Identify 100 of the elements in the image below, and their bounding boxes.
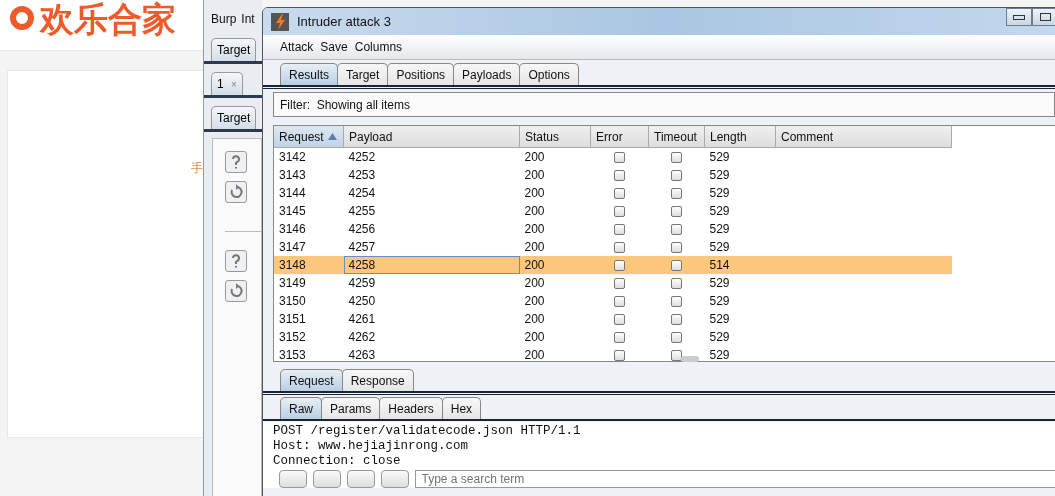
- tab[interactable]: Payloads: [453, 63, 521, 85]
- tab[interactable]: Raw: [280, 397, 322, 419]
- tab[interactable]: Response: [341, 369, 414, 391]
- table-cell: 200: [519, 147, 591, 166]
- table-cell-text: 3151: [278, 311, 307, 328]
- menu-item[interactable]: Int: [241, 12, 255, 34]
- checkbox[interactable]: [671, 242, 682, 254]
- search-field[interactable]: Type a search term: [414, 470, 1055, 488]
- table-cell-text: 3146: [278, 221, 307, 238]
- column-header[interactable]: Comment: [775, 126, 952, 148]
- table-cell-text: 3145: [278, 203, 307, 220]
- window-title: Intruder attack 3: [297, 14, 391, 29]
- tab[interactable]: Options: [519, 63, 579, 85]
- splitter-handle[interactable]: [681, 356, 699, 362]
- checkbox[interactable]: [671, 278, 682, 290]
- table-cell-text: 529: [708, 203, 731, 220]
- table-row[interactable]: 3147 4257 200 529: [274, 238, 952, 256]
- table-cell-text: 200: [523, 185, 546, 202]
- tab[interactable]: Hex: [441, 397, 482, 419]
- table-cell-text: 529: [708, 185, 731, 202]
- tab[interactable]: Target: [337, 63, 389, 85]
- table-cell: 4258: [343, 256, 520, 274]
- table-row[interactable]: 3149 4259 200 529: [274, 274, 952, 292]
- maximize-button[interactable]: [1032, 8, 1055, 26]
- help-icon[interactable]: [225, 250, 247, 272]
- table-row[interactable]: 3151 4261 200 529: [274, 310, 952, 328]
- lightning-icon: [271, 12, 289, 31]
- reset-icon[interactable]: [225, 280, 247, 302]
- column-header[interactable]: Status: [519, 126, 591, 148]
- minimize-button[interactable]: [1006, 8, 1032, 26]
- tab[interactable]: Headers: [379, 397, 443, 419]
- table-cell-text: 4255: [347, 203, 377, 220]
- table-row[interactable]: 3143 4253 200 529: [274, 166, 952, 184]
- menu-item[interactable]: Attack: [280, 40, 314, 54]
- reset-icon[interactable]: [225, 181, 247, 203]
- table-row[interactable]: 3148 4258 200 514: [274, 256, 952, 274]
- checkbox[interactable]: [614, 278, 625, 290]
- tab[interactable]: Target: [211, 106, 257, 129]
- table-row[interactable]: 3142 4252 200 529: [274, 147, 952, 166]
- checkbox[interactable]: [614, 296, 625, 308]
- checkbox[interactable]: [614, 224, 625, 236]
- tab[interactable]: Results: [280, 63, 338, 85]
- table-cell-text: 529: [708, 347, 731, 361]
- table-cell-text: 200: [523, 221, 546, 238]
- table-cell-text: 200: [523, 203, 546, 220]
- tab[interactable]: Target: [211, 38, 257, 61]
- table-cell-text: 200: [523, 347, 546, 361]
- table-cell: 514: [704, 256, 776, 274]
- checkbox[interactable]: [614, 332, 625, 344]
- table-cell-text: 200: [523, 311, 546, 328]
- tab[interactable]: Params: [321, 397, 381, 419]
- column-header[interactable]: Error: [590, 126, 649, 148]
- table-cell: 4259: [343, 274, 520, 292]
- table-cell: 4252: [343, 147, 520, 166]
- menu-item[interactable]: Save: [320, 40, 348, 54]
- table-cell-text: 4256: [347, 221, 377, 238]
- table-row[interactable]: 3146 4256 200 529: [274, 220, 952, 238]
- tab[interactable]: Request: [280, 369, 343, 391]
- checkbox[interactable]: [671, 152, 682, 164]
- tab[interactable]: Positions: [387, 63, 455, 85]
- table-cell: 529: [704, 147, 776, 166]
- checkbox[interactable]: [614, 350, 625, 361]
- checkbox[interactable]: [671, 224, 682, 236]
- checkbox[interactable]: [671, 188, 682, 200]
- table-row[interactable]: 3150 4250 200 529: [274, 292, 952, 310]
- checkbox[interactable]: [614, 260, 625, 272]
- menu-item[interactable]: Burp: [211, 12, 237, 34]
- table-cell-text: 529: [708, 167, 731, 184]
- code-line: Connection: close: [273, 454, 402, 469]
- table-row[interactable]: 3144 4254 200 529: [274, 184, 952, 202]
- checkbox[interactable]: [671, 170, 682, 182]
- column-header[interactable]: Payload: [343, 126, 520, 148]
- table-row[interactable]: 3145 4255 200 529: [274, 202, 952, 220]
- column-header[interactable]: Request: [274, 126, 344, 148]
- menu-item[interactable]: Columns: [354, 40, 403, 54]
- table-cell-text: 3144: [278, 185, 307, 202]
- column-header[interactable]: Length: [704, 126, 776, 148]
- checkbox[interactable]: [614, 314, 625, 326]
- table-cell-text: 200: [523, 167, 546, 184]
- checkbox[interactable]: [614, 170, 625, 182]
- checkbox[interactable]: [671, 296, 682, 308]
- table-cell: 529: [704, 238, 776, 256]
- checkbox[interactable]: [671, 206, 682, 218]
- checkbox[interactable]: [614, 188, 625, 200]
- table-cell-text: 4254: [347, 185, 377, 202]
- checkbox[interactable]: [671, 332, 682, 344]
- filter-bar[interactable]: Filter: Showing all items: [273, 92, 1055, 117]
- checkbox[interactable]: [614, 206, 625, 218]
- table-row[interactable]: 3152 4262 200 529: [274, 328, 952, 346]
- checkbox[interactable]: [671, 314, 682, 326]
- help-icon[interactable]: [225, 151, 247, 173]
- checkbox[interactable]: [671, 260, 682, 272]
- checkbox[interactable]: [614, 152, 625, 164]
- table-cell-text: 4261: [347, 311, 377, 328]
- tab[interactable]: 1 ×: [211, 72, 243, 95]
- checkbox[interactable]: [614, 242, 625, 254]
- column-header[interactable]: Timeout: [648, 126, 705, 148]
- table-row[interactable]: 3153 4263 200 529: [274, 346, 952, 361]
- checkbox[interactable]: [671, 350, 682, 361]
- table-cell-text: 4262: [347, 329, 377, 346]
